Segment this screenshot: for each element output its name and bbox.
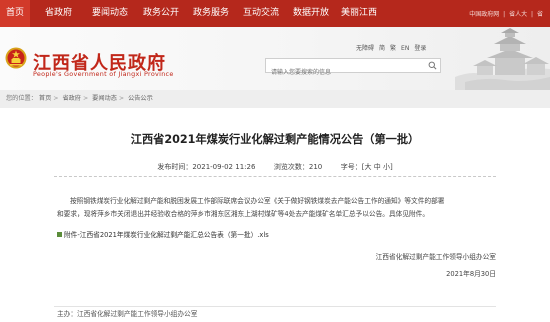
nav-item-open-data[interactable]: 数据开放	[293, 0, 329, 27]
font-size-large-button[interactable]: 大	[364, 163, 371, 171]
body-paragraph-line-2: 和要求，现将萍乡市关闭退出并经验收合格的萍乡市湘东区湘东上湖村煤矿等4处去产能煤…	[57, 210, 430, 218]
header-banner: 江西省人民政府 People's Government of Jiangxi P…	[0, 27, 550, 90]
search-input[interactable]	[266, 66, 426, 79]
font-size-label: 字号：	[340, 163, 362, 171]
nav-item-provincial-government[interactable]: 省政府	[45, 0, 72, 27]
signature-date: 2021年8月30日	[446, 270, 496, 278]
tengwang-pavilion-illustration	[455, 28, 550, 90]
breadcrumb-news[interactable]: 要闻动态	[92, 95, 117, 102]
site-subtitle: People's Government of Jiangxi Province	[33, 70, 174, 78]
nav-item-government-services[interactable]: 政务服务	[193, 0, 229, 27]
breadcrumb-provincial-government[interactable]: 省政府	[62, 95, 81, 102]
nav-item-news[interactable]: 要闻动态	[92, 0, 128, 27]
english-link[interactable]: EN	[401, 45, 409, 52]
national-emblem-icon	[5, 47, 27, 69]
attachment-filename[interactable]: 附件-江西省2021年煤炭行业化解过剩产能汇总公告表（第一批）.xls	[64, 231, 269, 239]
footer-divider	[54, 306, 496, 307]
breadcrumb: 您的位置： 首页 > 省政府 > 要闻动态 > 公告公示	[0, 90, 550, 108]
accessibility-link[interactable]: 无障碍	[356, 45, 374, 52]
traditional-chinese-link[interactable]: 繁	[390, 45, 396, 52]
banner-links: 无障碍简繁 EN 登录	[356, 43, 431, 52]
publish-date-label: 发布时间：	[157, 163, 193, 171]
font-size-small-button[interactable]: 小	[383, 163, 390, 171]
login-link[interactable]: 登录	[414, 45, 426, 52]
search-icon[interactable]	[428, 61, 437, 70]
nav-item-home[interactable]: 首页	[0, 0, 31, 27]
nav-item-government-affairs[interactable]: 政务公开	[143, 0, 179, 27]
breadcrumb-home[interactable]: 首页	[39, 95, 51, 102]
footer-source: 主办：江西省化解过剩产能工作领导小组办公室	[57, 310, 198, 318]
simplified-chinese-link[interactable]: 简	[379, 45, 385, 52]
article-meta: 发布时间：2021-09-02 11:26 浏览次数：210 字号：[大 中 小…	[157, 163, 393, 171]
title-divider	[54, 176, 496, 177]
article-title: 江西省2021年煤炭行业化解过剩产能情况公告（第一批）	[130, 133, 420, 146]
nav-item-interaction[interactable]: 互动交流	[243, 0, 279, 27]
views-label: 浏览次数：	[273, 163, 309, 171]
breadcrumb-announcements[interactable]: 公告公示	[128, 95, 153, 102]
top-nav-bar: 首页 省政府 要闻动态 政务公开 政务服务 互动交流 数据开放 美丽江西 中国政…	[0, 0, 550, 27]
signature-organization: 江西省化解过剩产能工作领导小组办公室	[375, 253, 496, 261]
nav-item-beautiful-jiangxi[interactable]: 美丽江西	[341, 0, 377, 27]
attachment-link[interactable]: 附件-江西省2021年煤炭行业化解过剩产能汇总公告表（第一批）.xls	[57, 229, 269, 239]
excel-file-icon	[57, 232, 62, 237]
link-provincial-congress[interactable]: 省人大	[509, 11, 527, 18]
breadcrumb-label: 您的位置：	[6, 95, 37, 102]
search-box	[265, 58, 441, 79]
link-china-gov[interactable]: 中国政府网	[469, 11, 499, 18]
top-right-links: 中国政府网 | 省人大 | 省	[467, 9, 543, 18]
views-count: 210	[308, 163, 323, 171]
link-more[interactable]: 省	[537, 11, 543, 18]
publish-date: 2021-09-02 11:26	[192, 163, 256, 171]
top-sep: |	[503, 11, 506, 18]
top-sep: |	[531, 11, 534, 18]
body-paragraph-line-1: 按照钢铁煤炭行业化解过剩产能和脱困发展工作部际联席会议办公室《关于做好钢铁煤炭去…	[70, 197, 445, 205]
font-size-medium-button[interactable]: 中	[374, 163, 381, 171]
